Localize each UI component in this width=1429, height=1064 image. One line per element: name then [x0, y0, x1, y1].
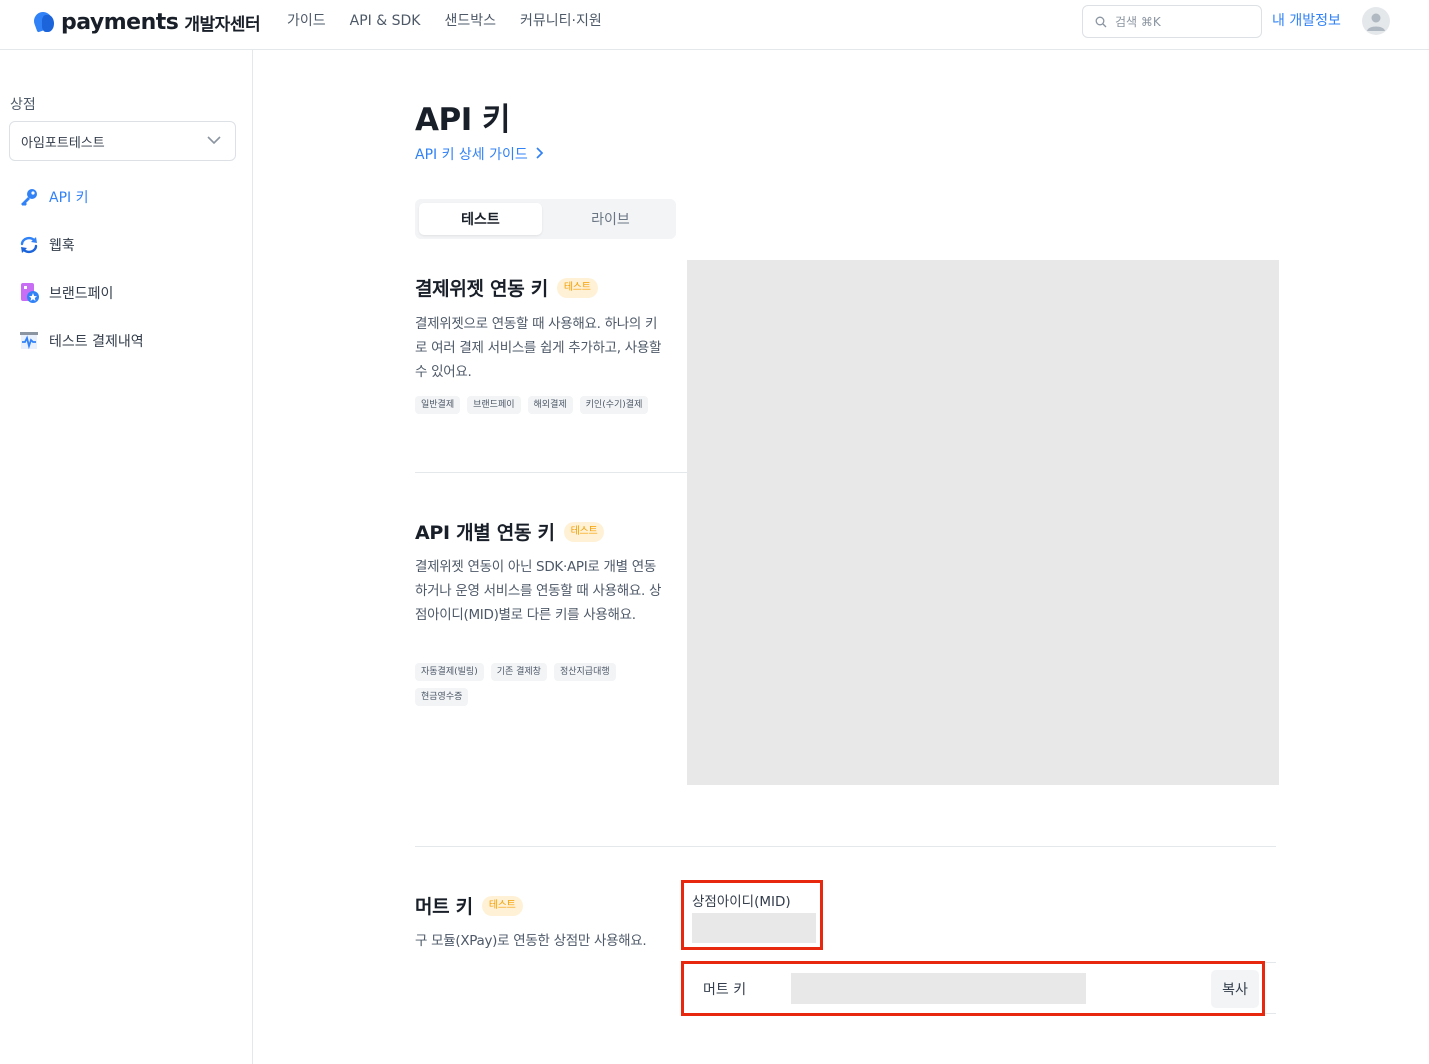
logo-text: payments — [61, 9, 179, 35]
store-label: 상점 — [10, 97, 36, 113]
store-select-value: 아임포트테스트 — [21, 135, 105, 151]
mid-field-highlight: 상점아이디(MID) — [681, 880, 823, 950]
status-badge: 테스트 — [556, 277, 598, 298]
chip: 정산지급대행 — [553, 663, 616, 681]
sidebar: 상점 아임포트테스트 API 키 웹훅 브랜드페이 테스트 결제내역 — [0, 50, 253, 1064]
brandpay-icon — [18, 282, 40, 304]
redacted-key-panel — [687, 260, 1279, 785]
divider — [415, 846, 1276, 847]
mid-value-redacted — [692, 913, 816, 943]
sidebar-item-webhook[interactable]: 웹훅 — [18, 233, 75, 257]
api-key-guide-link[interactable]: API 키 상세 가이드 — [415, 145, 544, 165]
status-badge: 테스트 — [563, 521, 605, 542]
nav-api-sdk[interactable]: API & SDK — [350, 11, 421, 31]
tab-live[interactable]: 라이브 — [549, 203, 672, 235]
divider — [415, 472, 687, 473]
chip: 브랜드페이 — [467, 396, 521, 414]
logo-subtitle: 개발자센터 — [184, 14, 261, 35]
store-select[interactable]: 아임포트테스트 — [9, 121, 236, 161]
key-icon — [18, 186, 40, 208]
sidebar-item-test-payments[interactable]: 테스트 결제내역 — [18, 329, 144, 353]
sidebar-item-label: API 키 — [49, 190, 89, 206]
nav-guide[interactable]: 가이드 — [287, 11, 326, 31]
avatar[interactable] — [1362, 7, 1390, 35]
mert-key-title-row: 머트 키 테스트 — [415, 892, 523, 919]
sidebar-item-label: 웹훅 — [49, 238, 75, 254]
api-key-description: 결제위젯 연동이 아닌 SDK·API로 개별 연동하거나 운영 서비스를 연동… — [415, 559, 662, 623]
mert-key-title: 머트 키 — [415, 896, 473, 918]
nav-community[interactable]: 커뮤니티·지원 — [520, 11, 602, 31]
mert-key-row: 머트 키 복사 — [681, 961, 1265, 1016]
search-input[interactable]: 검색 ⌘K — [1082, 5, 1262, 38]
sidebar-item-brandpay[interactable]: 브랜드페이 — [18, 281, 113, 305]
receipt-icon — [18, 330, 40, 352]
tab-test[interactable]: 테스트 — [419, 203, 542, 235]
api-key-title: API 개별 연동 키 — [415, 522, 555, 544]
chevron-down-icon — [207, 136, 221, 145]
search-icon — [1095, 16, 1107, 27]
guide-link-label: API 키 상세 가이드 — [415, 147, 528, 163]
chip: 해외결제 — [527, 396, 573, 414]
widget-key-description: 결제위젯으로 연동할 때 사용해요. 하나의 키로 여러 결제 서비스를 쉽게 … — [415, 316, 662, 380]
api-key-chips: 자동결제(빌링) 기존 결제창 정산지급대행 현금영수증 — [415, 663, 655, 706]
logo[interactable]: payments 개발자센터 — [31, 9, 261, 35]
chevron-right-icon — [536, 147, 544, 159]
mid-label: 상점아이디(MID) — [692, 894, 791, 910]
mert-key-value-redacted — [791, 973, 1086, 1004]
environment-tabs: 테스트 라이브 — [415, 199, 676, 239]
logo-mark-icon — [31, 9, 58, 34]
widget-key-title: 결제위젯 연동 키 — [415, 278, 548, 300]
refresh-icon — [18, 234, 40, 256]
search-placeholder: 검색 ⌘K — [1115, 15, 1161, 29]
sidebar-item-label: 테스트 결제내역 — [49, 334, 144, 350]
nav-sandbox[interactable]: 샌드박스 — [444, 11, 496, 31]
nav-links: 가이드 API & SDK 샌드박스 커뮤니티·지원 — [287, 11, 626, 31]
chip: 기존 결제창 — [490, 663, 547, 681]
chip: 키인(수기)결제 — [579, 396, 649, 414]
widget-key-chips: 일반결제 브랜드페이 해외결제 키인(수기)결제 — [415, 396, 675, 414]
sidebar-item-label: 브랜드페이 — [49, 286, 114, 302]
status-badge: 테스트 — [481, 895, 523, 916]
copy-button[interactable]: 복사 — [1211, 970, 1259, 1008]
chip: 일반결제 — [415, 396, 461, 414]
widget-key-title-row: 결제위젯 연동 키 테스트 — [415, 274, 598, 301]
page-title: API 키 — [415, 102, 511, 138]
chip: 자동결제(빌링) — [415, 663, 484, 681]
sidebar-item-api-key[interactable]: API 키 — [18, 185, 88, 209]
top-nav: payments 개발자센터 가이드 API & SDK 샌드박스 커뮤니티·지… — [0, 0, 1429, 50]
chip: 현금영수증 — [415, 688, 469, 706]
mert-key-label: 머트 키 — [703, 982, 747, 998]
mert-key-description: 구 모듈(XPay)로 연동한 상점만 사용해요. — [415, 933, 647, 949]
user-icon — [1367, 13, 1385, 31]
api-key-title-row: API 개별 연동 키 테스트 — [415, 518, 605, 545]
my-dev-info-link[interactable]: 내 개발정보 — [1272, 11, 1341, 31]
